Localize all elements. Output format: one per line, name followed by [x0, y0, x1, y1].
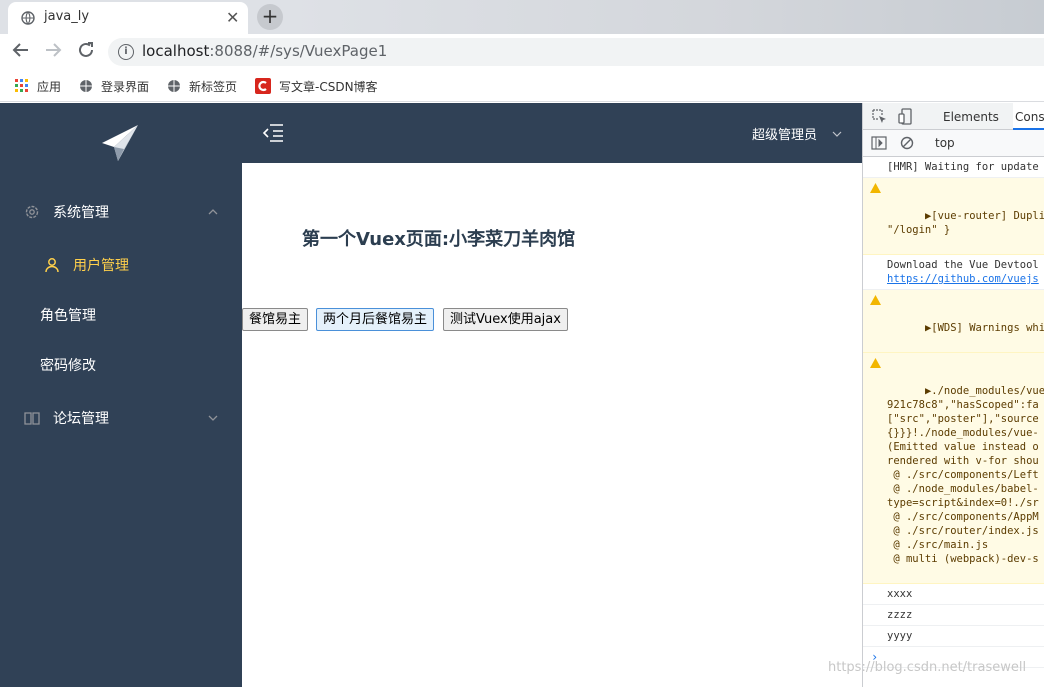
tab-console[interactable]: Conso	[1013, 103, 1044, 130]
console-warning: ▶[WDS] Warnings while co	[863, 290, 1044, 353]
console-message: zzzz	[863, 605, 1044, 626]
browser-tabstrip: java_ly ✕ +	[0, 0, 1044, 34]
console-link[interactable]: https://github.com/vuejs	[887, 273, 1039, 285]
test-vuex-ajax-button[interactable]: 测试Vuex使用ajax	[443, 308, 568, 331]
book-icon	[24, 412, 40, 425]
device-toolbar-icon[interactable]	[898, 108, 914, 125]
chevron-down-icon[interactable]	[832, 129, 842, 139]
bookmark-label: 登录界面	[101, 79, 150, 94]
globe-icon	[21, 11, 35, 25]
console-warning-text: ▶[vue-router] Duplicate "/login" }	[887, 210, 1044, 236]
bookmark-label: 新标签页	[189, 79, 238, 94]
transfer-after-two-months-button[interactable]: 两个月后餐馆易主	[316, 308, 435, 331]
globe-icon	[168, 80, 180, 92]
console-warning: ▶[vue-router] Duplicate "/login" }	[863, 178, 1044, 255]
new-tab-button[interactable]: +	[257, 4, 283, 30]
console-message: xxxx	[863, 584, 1044, 605]
inspect-element-icon[interactable]	[872, 109, 887, 124]
watermark: https://blog.csdn.net/trasewell	[828, 660, 1027, 675]
app-header: 超级管理员	[242, 103, 863, 163]
warning-icon	[870, 295, 881, 305]
tab-console-label: Conso	[1015, 110, 1044, 124]
sidebar-item-label: 密码修改	[40, 358, 96, 374]
console-log: [HMR] Waiting for update ▶[vue-router] D…	[863, 157, 1044, 687]
console-message: [HMR] Waiting for update	[863, 157, 1044, 178]
sidebar-item-label: 用户管理	[73, 258, 129, 274]
console-toolbar: top	[863, 130, 1044, 157]
transfer-restaurant-button[interactable]: 餐馆易主	[242, 308, 309, 331]
sidebar-item-forum[interactable]: 论坛管理	[0, 393, 242, 443]
close-tab-icon[interactable]: ✕	[226, 8, 239, 27]
forward-arrow-icon[interactable]	[44, 41, 62, 59]
console-message: Download the Vue Devtool https://github.…	[863, 255, 1044, 290]
sidebar-toggle-icon[interactable]	[871, 136, 887, 150]
console-message: yyyy	[863, 626, 1044, 647]
reload-icon[interactable]	[77, 41, 95, 59]
chevron-up-icon	[208, 209, 218, 215]
devtools-tabbar: Elements Conso	[863, 103, 1044, 130]
console-message-text: Download the Vue Devtool	[887, 259, 1039, 271]
sidebar-item-label: 论坛管理	[53, 411, 109, 427]
tab-elements[interactable]: Elements	[943, 110, 999, 124]
console-warning: ▶./node_modules/vue-load 921c78c8","hasS…	[863, 353, 1044, 584]
paper-plane-logo-icon	[102, 125, 138, 161]
bookmark-label: 写文章-CSDN博客	[279, 79, 378, 94]
console-warning-text: ▶[WDS] Warnings while co	[924, 322, 1044, 334]
back-arrow-icon[interactable]	[12, 41, 30, 59]
address-bar[interactable]: i localhost:8088/#/sys/VuexPage1	[108, 38, 1044, 66]
clear-console-icon[interactable]	[900, 136, 914, 150]
sidebar-item-password[interactable]: 密码修改	[0, 340, 242, 390]
sidebar-item-label: 角色管理	[40, 308, 96, 324]
bookmark-apps[interactable]: 应用	[15, 76, 61, 96]
url-host: localhost	[142, 42, 210, 60]
csdn-logo-icon	[255, 78, 271, 94]
user-icon	[45, 258, 59, 273]
gear-icon	[25, 205, 39, 219]
warning-icon	[870, 183, 881, 193]
bookmarks-bar: 应用 登录界面 新标签页 写文章-CSDN博客	[0, 70, 1044, 102]
devtools-panel: Elements Conso top [HMR] Waiting for upd…	[862, 103, 1044, 687]
collapse-menu-icon[interactable]	[262, 123, 284, 143]
sidebar-item-label: 系统管理	[53, 205, 109, 221]
info-icon[interactable]: i	[118, 44, 134, 60]
tab-title: java_ly	[44, 9, 90, 24]
chevron-down-icon	[208, 415, 218, 421]
sidebar: 系统管理 用户管理 角色管理 密码修改 论坛管理	[0, 103, 242, 687]
context-selector[interactable]: top	[935, 136, 955, 150]
sidebar-item-roles[interactable]: 角色管理	[0, 290, 242, 340]
apps-grid-icon	[15, 79, 28, 92]
bookmark-newtab[interactable]: 新标签页	[167, 76, 237, 96]
console-warning-text: ▶./node_modules/vue-load 921c78c8","hasS…	[887, 385, 1044, 565]
sidebar-item-system[interactable]: 系统管理	[0, 187, 242, 237]
warning-icon	[870, 358, 881, 368]
url-text[interactable]: localhost:8088/#/sys/VuexPage1	[142, 42, 387, 60]
browser-tab[interactable]: java_ly ✕	[8, 2, 248, 34]
url-path: :8088/#/sys/VuexPage1	[209, 42, 388, 60]
bookmark-csdn[interactable]: 写文章-CSDN博客	[255, 76, 378, 96]
sidebar-item-users[interactable]: 用户管理	[0, 240, 242, 290]
browser-toolbar: i localhost:8088/#/sys/VuexPage1	[0, 34, 1044, 70]
globe-icon	[80, 80, 92, 92]
page-title: 第一个Vuex页面:小李菜刀羊肉馆	[302, 229, 576, 250]
main-content: 第一个Vuex页面:小李菜刀羊肉馆 餐馆易主 两个月后餐馆易主 测试Vuex使用…	[242, 163, 863, 687]
user-menu[interactable]: 超级管理员	[752, 124, 817, 143]
bookmark-label: 应用	[37, 79, 62, 94]
tabstrip-background	[290, 0, 1044, 34]
bookmark-login[interactable]: 登录界面	[79, 76, 149, 96]
